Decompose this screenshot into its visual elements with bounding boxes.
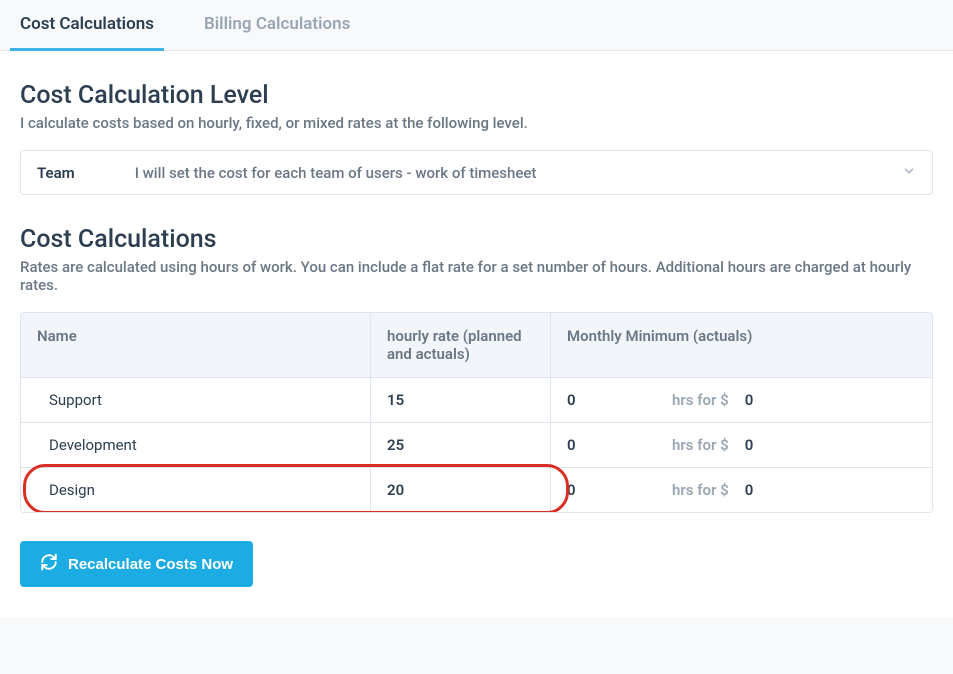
table-row[interactable]: Development 25 0 hrs for $ 0 [21,423,932,468]
header-rate: hourly rate (planned and actuals) [371,313,551,377]
cell-rate: 25 [371,423,551,467]
hrs-for-label: hrs for $ [672,391,729,409]
min-cost: 0 [745,436,754,454]
level-select[interactable]: Team I will set the cost for each team o… [20,150,933,195]
calc-description: Rates are calculated using hours of work… [20,258,933,294]
header-name: Name [21,313,371,377]
calc-title: Cost Calculations [20,225,933,254]
table-row[interactable]: Design 20 0 hrs for $ 0 [21,468,932,512]
hrs-for-label: hrs for $ [672,481,729,499]
level-select-value: Team [37,164,75,182]
cell-name: Design [21,468,371,512]
min-hours: 0 [567,481,672,499]
cell-minimum: 0 hrs for $ 0 [551,423,932,467]
hrs-for-label: hrs for $ [672,436,729,454]
recalculate-button-label: Recalculate Costs Now [68,556,233,573]
tab-billing-calculations[interactable]: Billing Calculations [204,0,350,50]
content-panel: Cost Calculation Level I calculate costs… [0,51,953,617]
level-description: I calculate costs based on hourly, fixed… [20,114,933,132]
cell-minimum: 0 hrs for $ 0 [551,378,932,422]
min-hours: 0 [567,436,672,454]
min-hours: 0 [567,391,672,409]
min-cost: 0 [745,481,754,499]
chevron-down-icon [902,163,916,182]
table-row[interactable]: Support 15 0 hrs for $ 0 [21,378,932,423]
cell-name: Development [21,423,371,467]
tab-cost-calculations[interactable]: Cost Calculations [20,0,154,50]
recalculate-button[interactable]: Recalculate Costs Now [20,541,253,587]
cell-name: Support [21,378,371,422]
cost-table: Name hourly rate (planned and actuals) M… [20,312,933,513]
cell-rate: 15 [371,378,551,422]
header-minimum: Monthly Minimum (actuals) [551,313,932,377]
tabs: Cost Calculations Billing Calculations [0,0,953,51]
cell-rate: 20 [371,468,551,512]
min-cost: 0 [745,391,754,409]
level-select-description: I will set the cost for each team of use… [135,164,842,182]
cell-minimum: 0 hrs for $ 0 [551,468,932,512]
refresh-icon [40,553,58,575]
level-title: Cost Calculation Level [20,81,933,110]
table-header: Name hourly rate (planned and actuals) M… [21,313,932,378]
